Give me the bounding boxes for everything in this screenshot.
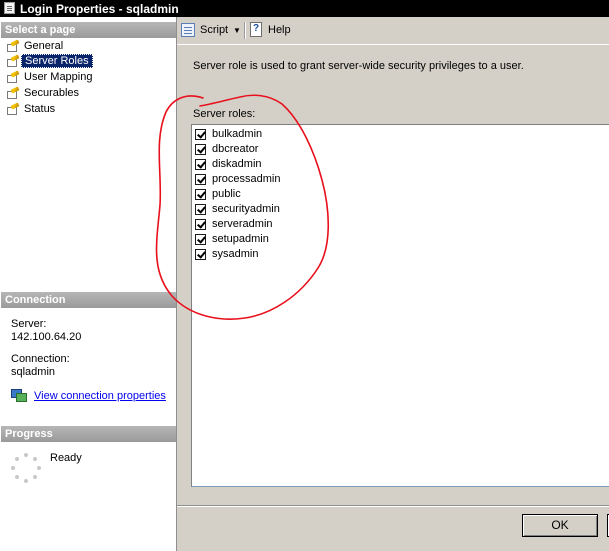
title-bar: Login Properties - sqladmin	[0, 0, 609, 17]
role-checkbox[interactable]	[195, 144, 206, 155]
page-item-user-mapping[interactable]: User Mapping	[4, 70, 95, 85]
page-item-label: General	[24, 40, 64, 52]
role-label: processadmin	[212, 173, 281, 185]
window-title: Login Properties - sqladmin	[20, 2, 179, 16]
role-checkbox[interactable]	[195, 174, 206, 185]
progress-header: Progress	[1, 426, 176, 442]
footer-separator	[177, 505, 609, 507]
page-wand-icon	[6, 54, 20, 67]
connection-header: Connection	[1, 292, 176, 308]
role-label: diskadmin	[212, 158, 262, 170]
role-checkbox[interactable]	[195, 129, 206, 140]
page-item-label: User Mapping	[24, 71, 93, 83]
page-item-server-roles[interactable]: Server Roles	[4, 54, 96, 69]
server-value: 142.100.64.20	[11, 331, 82, 343]
page-item-status[interactable]: Status	[4, 102, 58, 117]
page-item-label: Status	[24, 103, 56, 115]
connection-properties-icon	[11, 389, 27, 403]
role-label: public	[212, 188, 241, 200]
page-wand-icon	[6, 102, 20, 115]
ok-button[interactable]: OK	[522, 514, 598, 537]
help-button[interactable]: ? Help	[249, 21, 291, 40]
role-label: serveradmin	[212, 218, 273, 230]
role-label: securityadmin	[212, 203, 280, 215]
role-checkbox[interactable]	[195, 219, 206, 230]
connection-value: sqladmin	[11, 366, 56, 378]
toolbar-divider	[177, 44, 609, 45]
page-wand-icon	[6, 39, 20, 52]
page-description: Server role is used to grant server-wide…	[193, 60, 524, 72]
server-roles-list: bulkadmin dbcreator diskadmin processadm…	[191, 124, 609, 487]
window-icon	[4, 2, 15, 14]
role-label: dbcreator	[212, 143, 259, 155]
main-pane: Script ▼ ? Help Server role is used to g…	[177, 17, 609, 551]
left-pane: Select a page General Server Roles User …	[0, 17, 177, 551]
page-item-general[interactable]: General	[4, 39, 66, 54]
progress-status: Ready	[50, 452, 82, 464]
script-icon	[181, 23, 196, 38]
toolbar-separator	[244, 22, 246, 39]
script-label: Script	[200, 24, 229, 36]
script-dropdown-arrow[interactable]: ▼	[233, 21, 241, 40]
page-item-label: Server Roles	[21, 54, 93, 68]
page-item-securables[interactable]: Securables	[4, 86, 82, 101]
toolbar: Script ▼ ? Help	[177, 17, 609, 44]
role-checkbox[interactable]	[195, 159, 206, 170]
connection-label: Connection:	[11, 353, 70, 365]
role-label: setupadmin	[212, 233, 269, 245]
server-roles-label: Server roles:	[193, 108, 256, 120]
select-page-header: Select a page	[1, 22, 176, 38]
progress-spinner-icon	[11, 453, 41, 483]
page-item-label: Securables	[24, 87, 80, 99]
role-checkbox[interactable]	[195, 234, 206, 245]
page-wand-icon	[6, 70, 20, 83]
role-label: bulkadmin	[212, 128, 263, 140]
help-label: Help	[268, 24, 291, 36]
role-label: sysadmin	[212, 248, 259, 260]
role-checkbox[interactable]	[195, 204, 206, 215]
server-label: Server:	[11, 318, 47, 330]
page-wand-icon	[6, 86, 20, 99]
script-button[interactable]: Script	[181, 21, 228, 40]
help-icon: ?	[249, 22, 264, 38]
role-checkbox[interactable]	[195, 249, 206, 260]
view-connection-link[interactable]: View connection properties	[34, 388, 166, 404]
role-checkbox[interactable]	[195, 189, 206, 200]
